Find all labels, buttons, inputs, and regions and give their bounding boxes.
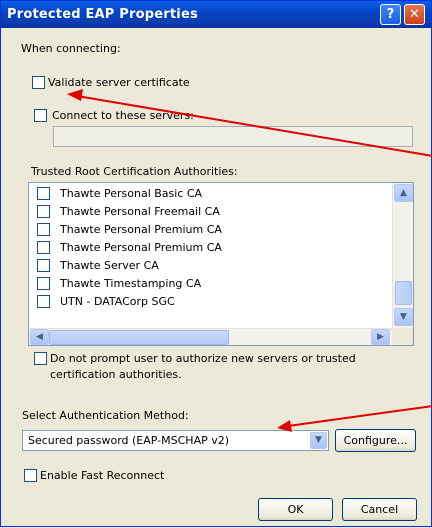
annotation-arrow-auth-method <box>277 405 432 432</box>
annotation-arrows <box>67 89 432 432</box>
annotation-arrow-validate <box>67 89 432 157</box>
eap-properties-dialog: Protected EAP Properties ? ✕ When connec… <box>0 0 432 527</box>
